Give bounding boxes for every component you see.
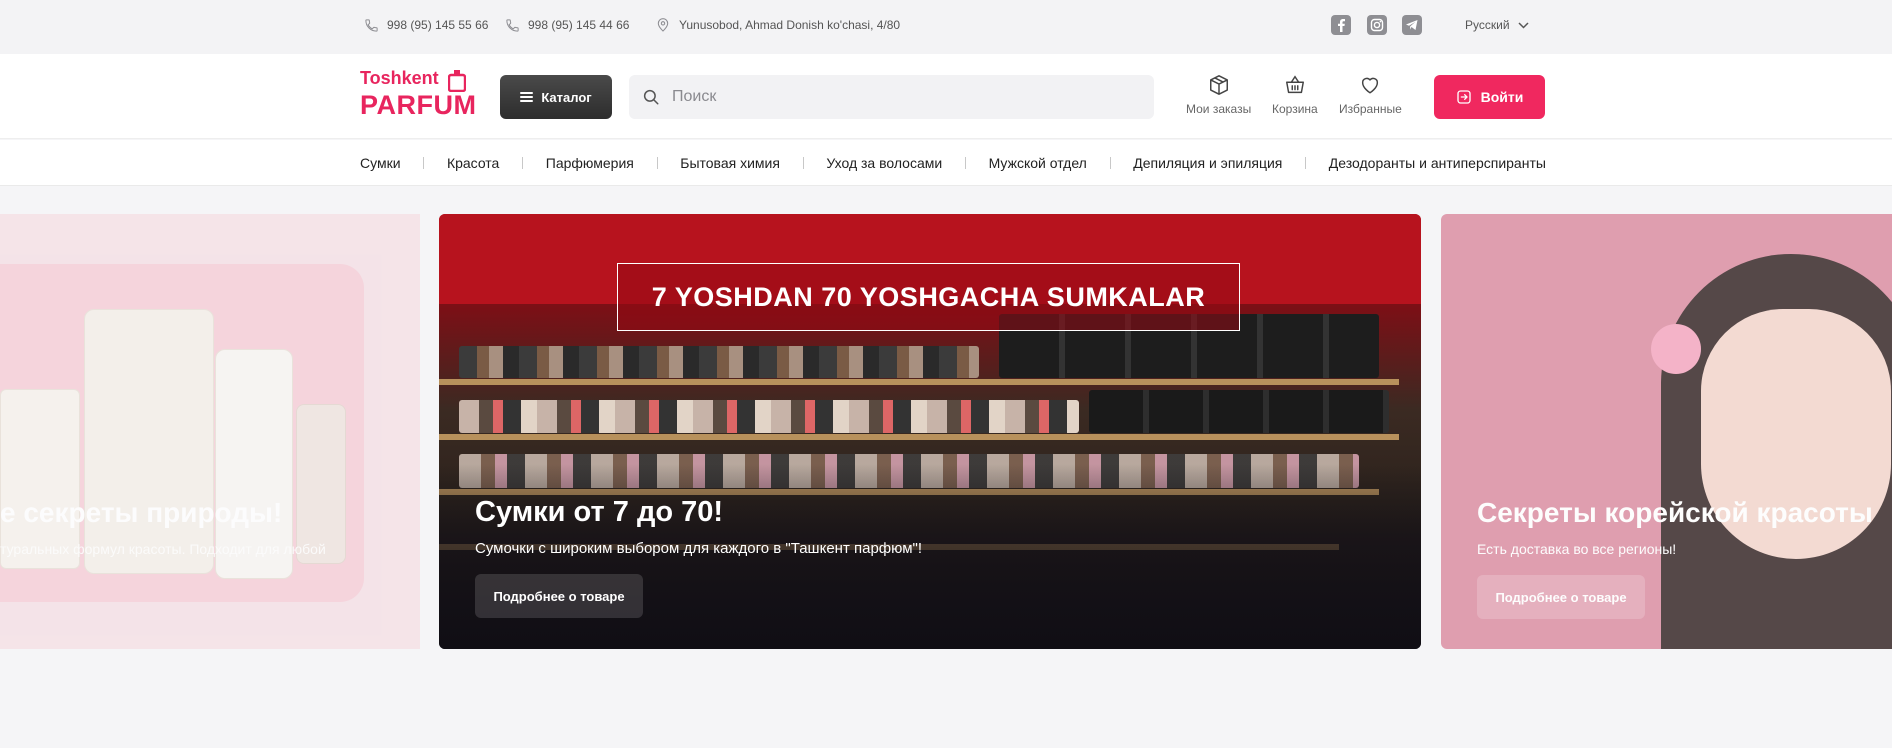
flower-image <box>1651 324 1701 374</box>
banner-title: Секреты корейской красоты <box>1477 497 1873 528</box>
address-link[interactable]: Yunusobod, Ahmad Donish ko'chasi, 4/80 <box>655 0 900 50</box>
promo-headline-box: 7 YOSHDAN 70 YOSHGACHA SUMKALAR <box>617 263 1240 331</box>
product-bottle-image <box>296 404 346 564</box>
my-orders-button[interactable]: Мои заказы <box>1186 74 1251 116</box>
phone-icon <box>365 18 378 32</box>
nav-item-depilation[interactable]: Депиляция и эпиляция <box>1133 155 1282 171</box>
cart-label: Корзина <box>1272 102 1318 116</box>
banner-slide-prev[interactable]: е секреты природы! туральных формул крас… <box>0 214 420 649</box>
nav-item-beauty[interactable]: Красота <box>447 155 499 171</box>
nav-item-perfumery[interactable]: Парфюмерия <box>546 155 634 171</box>
menu-icon <box>520 92 534 102</box>
search-input[interactable] <box>672 88 1132 106</box>
shelf <box>439 379 1399 385</box>
favorites-label: Избранные <box>1339 102 1402 116</box>
catalog-label: Каталог <box>541 89 592 105</box>
bags-row-image <box>459 400 1079 433</box>
shelf <box>439 434 1399 440</box>
perfume-bottle-icon <box>448 70 466 92</box>
banner-subtitle: Есть доставка во все регионы! <box>1477 541 1677 557</box>
search-icon <box>643 89 659 105</box>
phone-link-1[interactable]: 998 (95) 145 55 66 <box>364 0 488 50</box>
banner-title: е секреты природы! <box>0 497 283 528</box>
nav-item-bags[interactable]: Сумки <box>360 155 401 171</box>
heart-icon <box>1362 77 1379 94</box>
nav-divider <box>423 157 425 169</box>
bags-row-image <box>1089 390 1389 433</box>
promo-headline: 7 YOSHDAN 70 YOSHGACHA SUMKALAR <box>651 281 1206 312</box>
login-button[interactable]: Войти <box>1434 75 1545 119</box>
cart-button[interactable]: Корзина <box>1272 74 1318 116</box>
banner-subtitle: Сумочки с широким выбором для каждого в … <box>475 540 923 557</box>
favorites-button[interactable]: Избранные <box>1339 74 1402 116</box>
my-orders-label: Мои заказы <box>1186 102 1252 116</box>
top-bar: 998 (95) 145 55 66 998 (95) 145 44 66 Yu… <box>0 0 1892 54</box>
nav-divider <box>964 157 966 169</box>
logo-text-bottom: PARFUM <box>360 90 477 120</box>
instagram-icon[interactable] <box>1367 15 1387 35</box>
nav-item-household-chemicals[interactable]: Бытовая химия <box>680 155 780 171</box>
nav-item-mens[interactable]: Мужской отдел <box>989 155 1087 171</box>
main-header: Toshkent PARFUM Каталог Мои заказы Корзи… <box>0 54 1892 139</box>
banner-details-label: Подробнее о товаре <box>1495 589 1627 605</box>
basket-icon <box>1285 75 1304 94</box>
banner-subtitle: туральных формул красоты. Подходит для л… <box>0 541 326 557</box>
phone-icon <box>506 18 519 32</box>
facebook-icon[interactable] <box>1331 15 1351 35</box>
logo[interactable]: Toshkent PARFUM <box>360 68 480 124</box>
nav-divider <box>1305 157 1307 169</box>
product-bottle-image <box>84 309 214 574</box>
phone-number-1: 998 (95) 145 55 66 <box>387 18 489 32</box>
language-selector[interactable]: Русский <box>1465 0 1529 50</box>
catalog-button[interactable]: Каталог <box>500 75 612 119</box>
chevron-down-icon <box>1518 21 1529 29</box>
phone-link-2[interactable]: 998 (95) 145 44 66 <box>505 0 629 50</box>
nav-divider <box>522 157 524 169</box>
banner-slide-next[interactable]: Секреты корейской красоты Есть доставка … <box>1441 214 1892 649</box>
nav-divider <box>656 157 658 169</box>
telegram-icon[interactable] <box>1402 15 1422 35</box>
language-label: Русский <box>1465 18 1510 32</box>
box-icon <box>1209 75 1228 95</box>
banner-title: Сумки от 7 до 70! <box>475 496 724 528</box>
category-nav: Сумки Красота Парфюмерия Бытовая химия У… <box>0 140 1892 186</box>
location-icon <box>657 18 669 32</box>
address-text: Yunusobod, Ahmad Donish ko'chasi, 4/80 <box>679 18 901 32</box>
logo-text-top: Toshkent <box>360 68 439 88</box>
nav-item-hair-care[interactable]: Уход за волосами <box>826 155 942 171</box>
login-icon <box>1456 90 1471 104</box>
search-bar <box>629 75 1154 119</box>
phone-number-2: 998 (95) 145 44 66 <box>528 18 630 32</box>
login-label: Войти <box>1480 89 1524 105</box>
bags-row-image <box>459 346 979 378</box>
banner-details-label: Подробнее о товаре <box>493 588 625 604</box>
nav-divider <box>1109 157 1111 169</box>
banner-details-button[interactable]: Подробнее о товаре <box>475 574 643 618</box>
banner-slide-active[interactable]: 7 YOSHDAN 70 YOSHGACHA SUMKALAR Сумки от… <box>439 214 1421 649</box>
nav-divider <box>802 157 804 169</box>
nav-item-deodorants[interactable]: Дезодоранты и антиперспиранты <box>1329 155 1546 171</box>
banner-details-button[interactable]: Подробнее о товаре <box>1477 575 1645 619</box>
